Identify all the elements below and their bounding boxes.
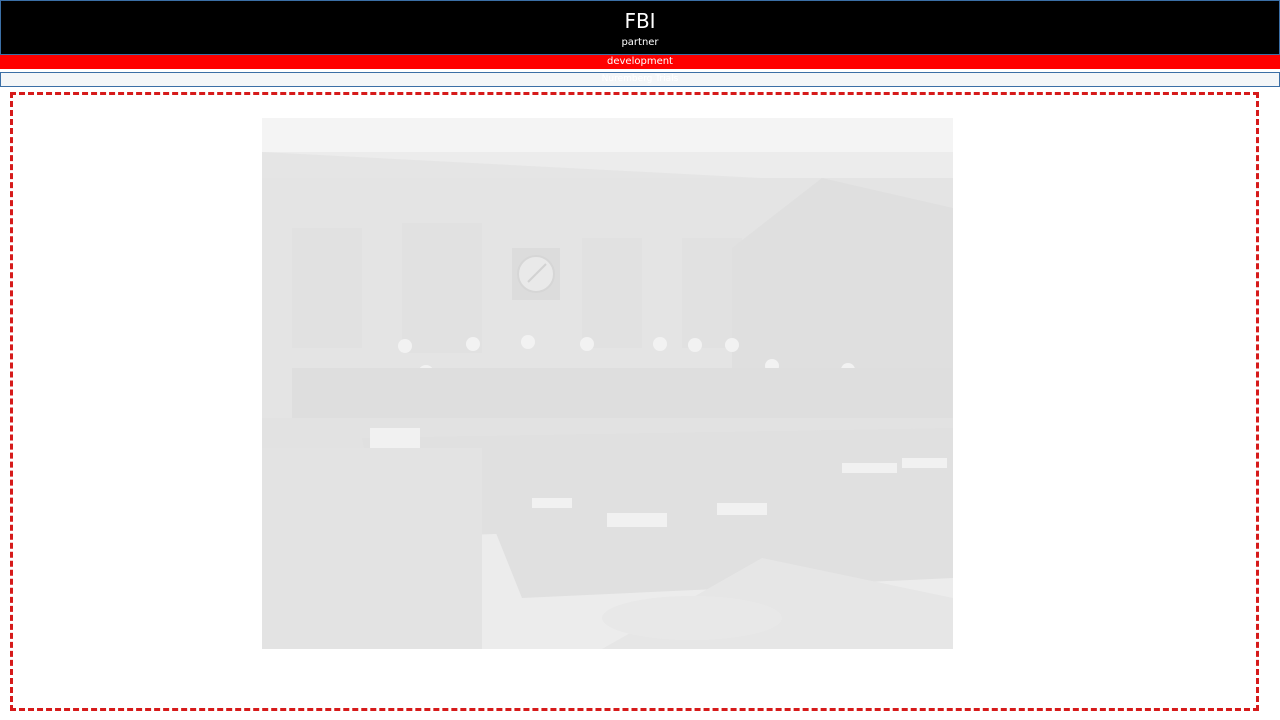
page-subtitle: partner [621, 37, 659, 48]
courtroom-photo-icon [262, 118, 953, 649]
navigation-bar[interactable]: Nuremberg Trials [0, 72, 1280, 87]
content-frame [10, 92, 1259, 711]
development-banner: development [0, 55, 1280, 69]
page-header: FBI partner [0, 0, 1280, 55]
page-title: FBI [624, 9, 656, 33]
